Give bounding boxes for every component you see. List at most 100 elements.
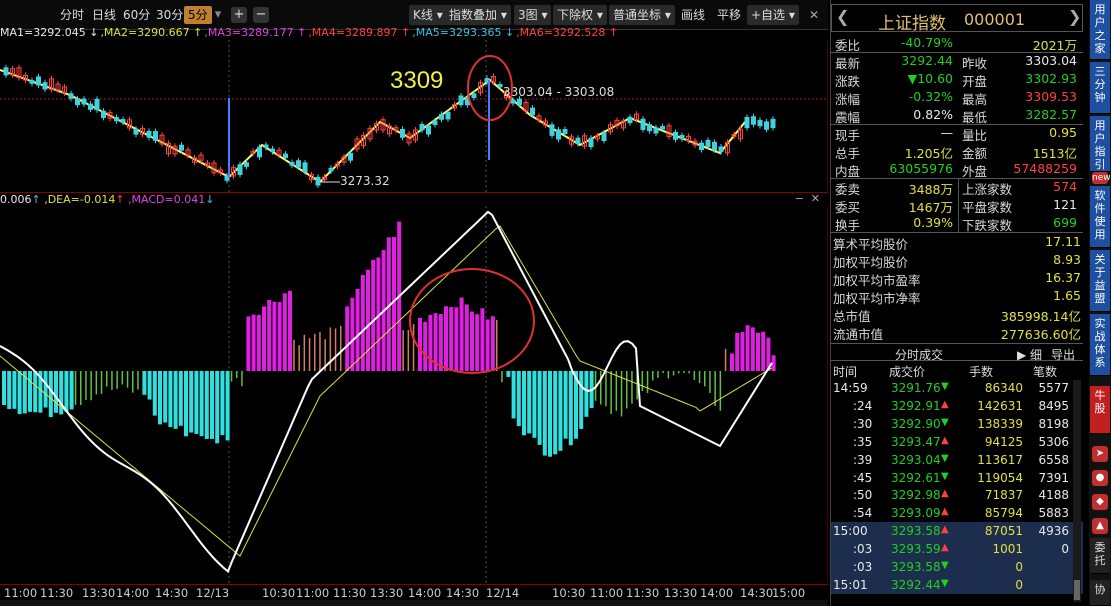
trade-count: 8495 (1038, 398, 1069, 413)
macd-dea-value: ,DEA=-0.014 (44, 193, 116, 206)
trade-row[interactable]: :03 3293.59 ▲ 1001 0 (831, 540, 1083, 559)
period-daily-button[interactable]: 日线 (88, 6, 120, 24)
macd-bar (501, 371, 503, 383)
macd-bar (740, 332, 745, 371)
stat-row: 加权平均市盈率 16.37 (833, 269, 1083, 288)
macd-bar (111, 371, 113, 390)
close-icon[interactable]: ✕ (805, 5, 823, 25)
period-60min-button[interactable]: 60分 (119, 6, 154, 24)
trade-row[interactable]: :54 3293.09 ▲ 85794 5883 (831, 504, 1083, 522)
dropdown-arrow-icon[interactable]: ▾ (213, 7, 223, 23)
period-intraday-button[interactable]: 分时 (56, 6, 88, 24)
trade-row[interactable]: :50 3292.98 ▲ 71837 4188 (831, 486, 1083, 504)
zoom-in-button[interactable]: + (231, 7, 247, 23)
stat-row: 流通市值 277636.60亿 (833, 323, 1083, 342)
candle-body (120, 118, 126, 123)
side-tab[interactable]: 委托 (1090, 538, 1110, 574)
macd-bar (184, 371, 188, 437)
macd-bar (314, 333, 316, 371)
side-tab[interactable]: 用户之家 (1090, 0, 1110, 60)
time-tick-label: 14:30 (446, 586, 480, 600)
add-watchlist-menu[interactable]: +自选 ▾ (747, 5, 799, 25)
coordinate-menu[interactable]: 普通坐标 ▾ (609, 5, 675, 25)
candle-body (497, 84, 503, 88)
chat-icon[interactable]: ● (1092, 470, 1108, 486)
kline-menu[interactable]: K线 ▾ (409, 5, 447, 25)
macd-bar (158, 371, 162, 425)
trade-row[interactable]: :30 3292.90 ▼ 138339 8198 (831, 415, 1083, 433)
macd-chart[interactable] (0, 206, 828, 584)
time-tick-label: 11:00 (590, 586, 624, 600)
candle-body (640, 118, 646, 130)
macd-bar (615, 371, 618, 411)
kline-chart[interactable]: 3309 3303.04 - 3303.08 3273.32 (0, 40, 828, 192)
trade-count: 6558 (1038, 452, 1069, 467)
rocket-icon[interactable]: ➤ (1092, 446, 1108, 462)
macd-bar (626, 371, 628, 409)
index-overlay-menu[interactable]: 指数叠加 ▾ (445, 5, 511, 25)
side-tab[interactable]: 实战体系 (1090, 314, 1110, 376)
side-tab[interactable]: 用户指引 (1090, 116, 1110, 172)
period-30min-button[interactable]: 30分 (152, 6, 187, 24)
trade-price: 3293.58 (891, 524, 941, 539)
trade-row[interactable]: 14:59 3291.76 ▼ 86340 5577 (831, 379, 1083, 397)
time-tick-label: 11:00 (296, 586, 330, 600)
trade-volume: 142631 (977, 398, 1023, 413)
scrollbar[interactable] (1073, 380, 1081, 602)
macd-bar (230, 371, 233, 382)
draw-line-button[interactable]: 画线 (677, 5, 709, 25)
quote-value: 63055976 (889, 161, 953, 176)
side-tab[interactable]: 软件使用 (1090, 186, 1110, 248)
macd-bar (168, 371, 173, 428)
time-tick-label: 14:30 (740, 586, 774, 600)
side-tab[interactable]: 关于益盟 (1090, 250, 1110, 312)
trades-title-bar: 分时成交 ▶ 细 导出 (831, 343, 1083, 363)
trade-row[interactable]: :39 3293.04 ▼ 113617 6558 (831, 451, 1083, 469)
macd-bar (2, 371, 6, 406)
trade-row[interactable]: :24 3292.91 ▲ 142631 8495 (831, 397, 1083, 415)
panel-minimize-icon[interactable]: − (795, 192, 804, 205)
penguin-icon[interactable]: ◆ (1092, 494, 1108, 510)
prev-arrow-icon[interactable]: ❮ (836, 7, 849, 26)
macd-bar (236, 371, 238, 378)
candle-body (29, 80, 35, 84)
side-tab[interactable]: 三分钟 (1090, 62, 1110, 114)
candle-body (575, 137, 581, 144)
detail-button[interactable]: ▶ 细 (1017, 346, 1042, 363)
candle-body (432, 120, 438, 125)
scrollbar-thumb[interactable] (1074, 580, 1080, 600)
macd-bar (553, 371, 558, 455)
candle-body (660, 126, 665, 130)
next-arrow-icon[interactable]: ❯ (1068, 7, 1081, 26)
macd-bar (605, 371, 607, 407)
trade-row[interactable]: :45 3292.61 ▼ 119054 7391 (831, 469, 1083, 487)
alert-icon[interactable]: ▲ (1092, 518, 1108, 534)
trade-row[interactable]: :35 3293.47 ▲ 94125 5306 (831, 433, 1083, 451)
macd-bar (464, 304, 469, 371)
pan-button[interactable]: 平移 (713, 5, 745, 25)
side-tabs: 用户之家 三分钟 用户指引 软件使用 关于益盟 实战体系 牛股 委托协 new ➤ ● ◆ ▲ (1089, 0, 1111, 606)
candle-body (68, 93, 74, 99)
side-tab[interactable]: 牛股 (1090, 386, 1110, 434)
peak-value-label: 3309 (390, 67, 443, 94)
trade-row[interactable]: 15:00 3293.58 ▲ 87051 4936 (831, 522, 1083, 541)
trade-row[interactable]: 15:01 3292.44 ▼ 0 (831, 575, 1083, 594)
panel-close-icon[interactable]: ✕ (811, 192, 820, 205)
time-tick-label: 14:00 (700, 586, 734, 600)
time-tick-label: 13:30 (664, 586, 698, 600)
macd-bar (506, 371, 511, 377)
candle-body (283, 153, 288, 159)
period-5min-button[interactable]: 5分 (184, 6, 212, 24)
trade-row[interactable]: :03 3293.58 ▼ 0 (831, 558, 1083, 576)
trade-volume: 1001 (992, 542, 1023, 557)
ex-rights-menu[interactable]: 下除权 ▾ (553, 5, 607, 25)
macd-bar (454, 307, 459, 371)
index-name: 上证指数 (878, 14, 946, 34)
three-chart-menu[interactable]: 3图 ▾ (514, 5, 552, 25)
candle-body (445, 111, 451, 120)
side-tab[interactable]: 协 (1090, 580, 1110, 606)
macd-bar (724, 348, 727, 371)
export-button[interactable]: 导出 (1051, 346, 1075, 363)
macd-bar (225, 371, 230, 441)
zoom-out-button[interactable]: − (253, 7, 269, 23)
